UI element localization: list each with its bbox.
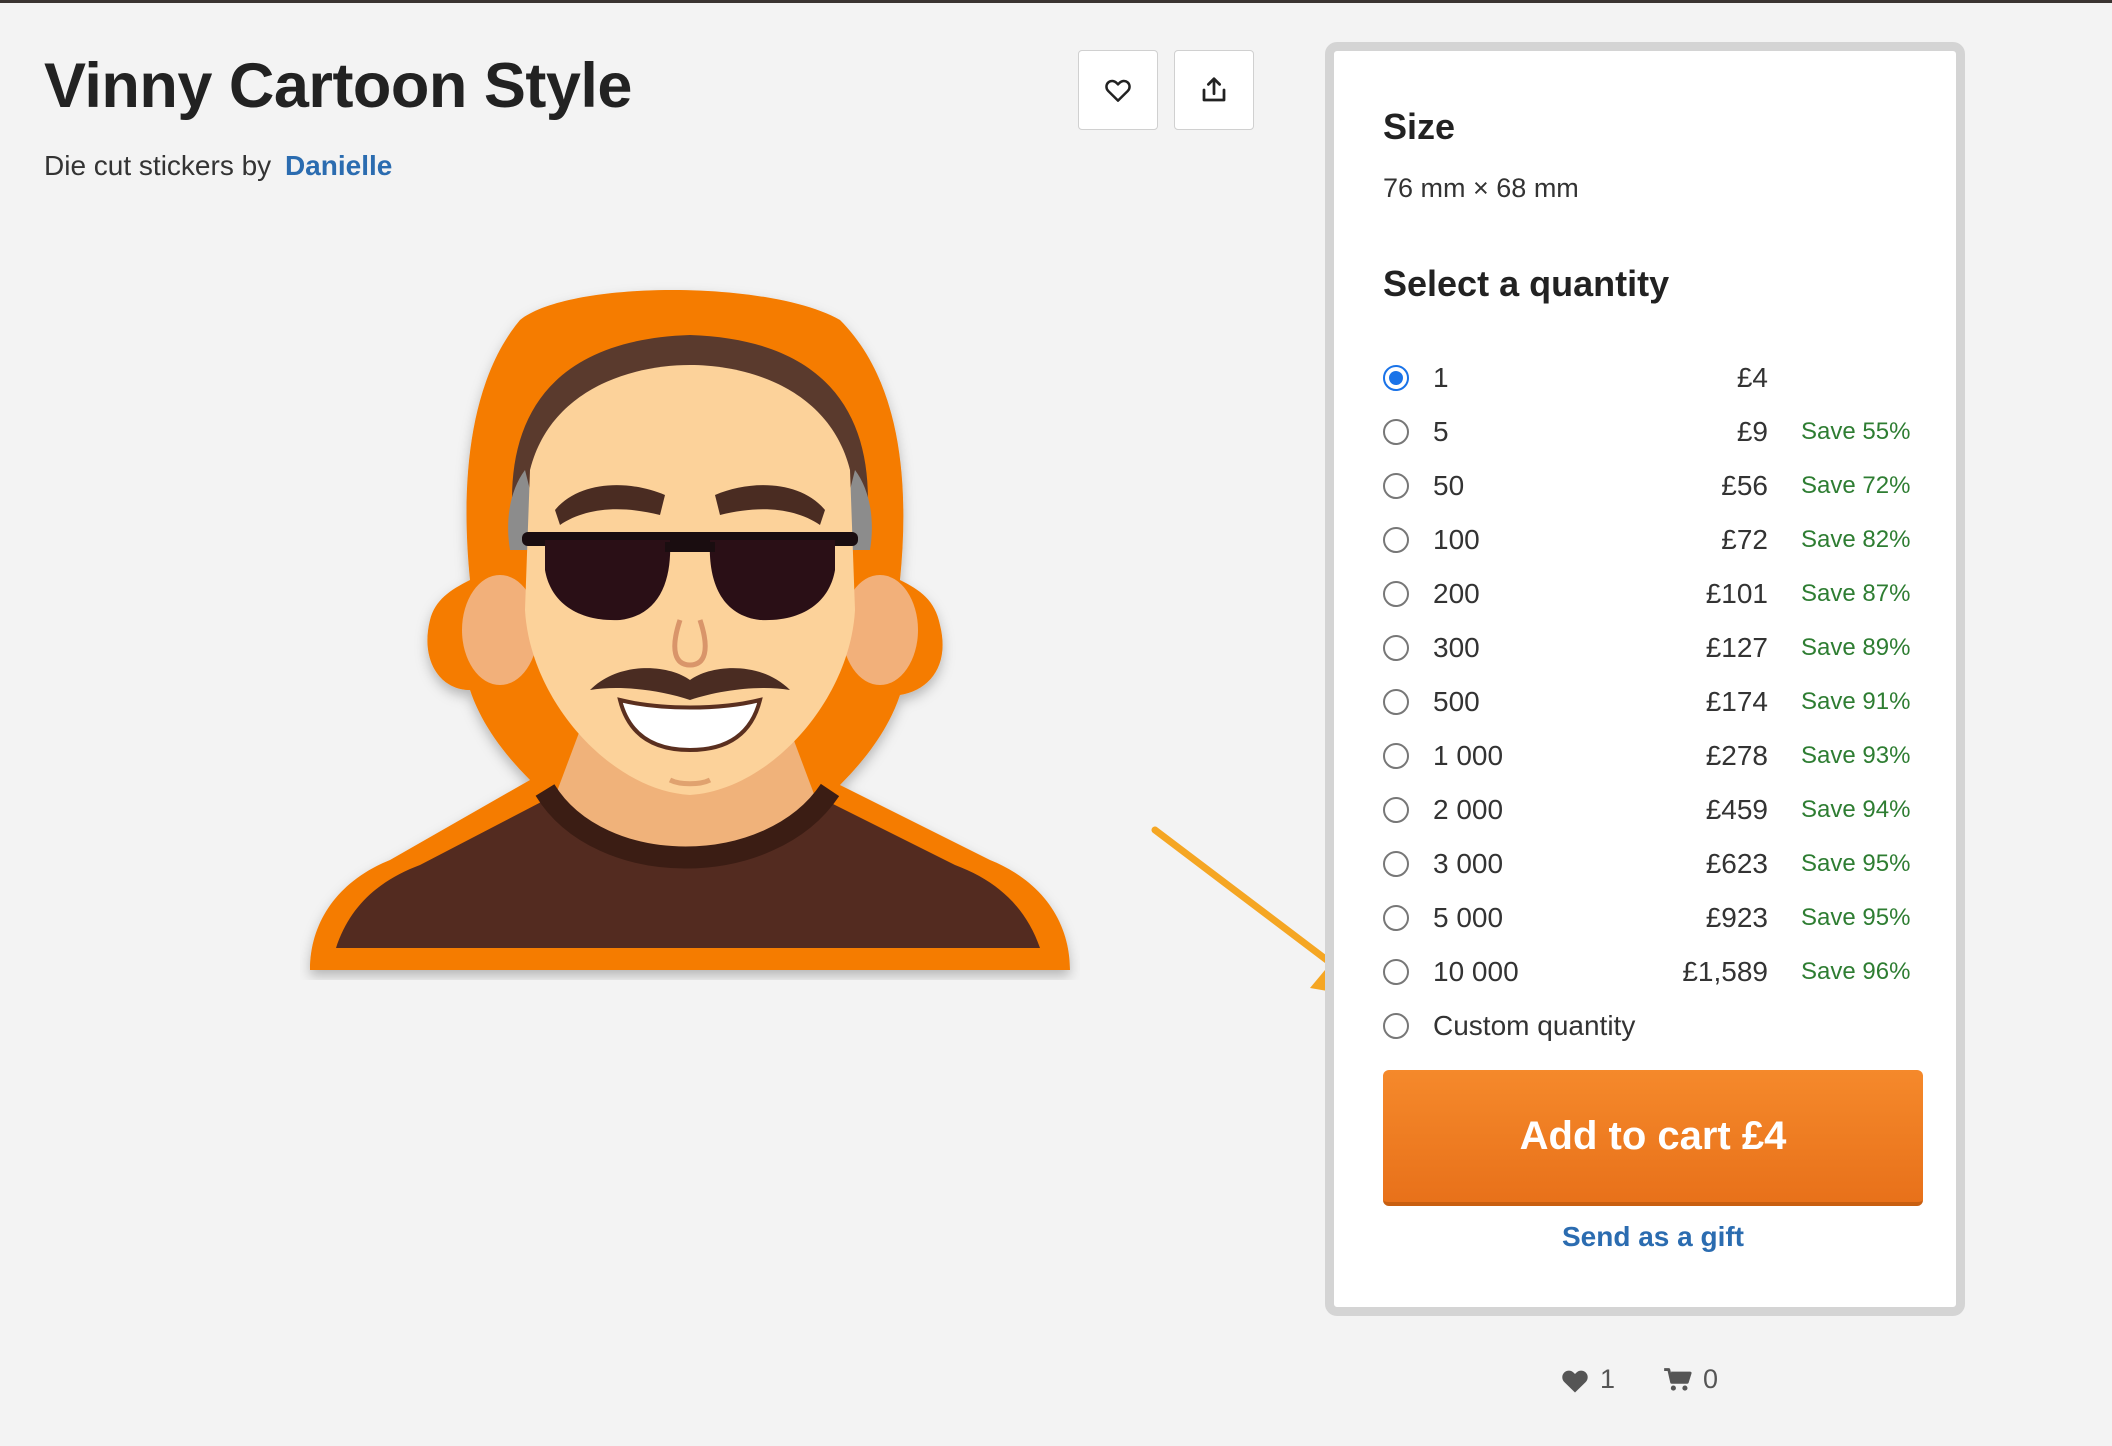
quantity-savings: Save 89% — [1801, 634, 1911, 661]
quantity-savings: Save 55% — [1801, 418, 1911, 445]
carts-value: 0 — [1703, 1364, 1719, 1394]
quantity-label: Custom quantity — [1433, 1010, 1636, 1041]
quantity-price: £127 — [1705, 632, 1768, 663]
quantity-label: 5 000 — [1433, 902, 1504, 933]
carts-count: 0 — [1663, 1364, 1718, 1395]
quantity-savings: Save 95% — [1801, 904, 1911, 931]
quantity-option[interactable]: 500 £174 Save 91% — [1383, 675, 1943, 729]
quantity-price: £623 — [1705, 848, 1768, 879]
quantity-savings: Save 72% — [1801, 472, 1911, 499]
quantity-radio[interactable] — [1383, 635, 1409, 661]
likes-value: 1 — [1600, 1364, 1616, 1394]
quantity-option[interactable]: 300 £127 Save 89% — [1383, 621, 1943, 675]
quantity-label: 1 — [1433, 362, 1449, 393]
quantity-option[interactable]: 3 000 £623 Save 95% — [1383, 837, 1943, 891]
quantity-label: 10 000 — [1433, 956, 1519, 987]
quantity-option[interactable]: 100 £72 Save 82% — [1383, 513, 1943, 567]
quantity-savings: Save 91% — [1801, 688, 1911, 715]
quantity-price: £278 — [1705, 740, 1768, 771]
quantity-radio[interactable] — [1383, 581, 1409, 607]
send-as-gift-link[interactable]: Send as a gift — [1383, 1221, 1923, 1253]
byline: Die cut stickers by Danielle — [44, 150, 392, 182]
cart-icon — [1664, 1367, 1692, 1391]
quantity-savings: Save 93% — [1801, 742, 1911, 769]
likes-count: 1 — [1560, 1364, 1615, 1395]
quantity-price: £4 — [1736, 362, 1768, 393]
quantity-option[interactable]: 10 000 £1,589 Save 96% — [1383, 945, 1943, 999]
quantity-label: 5 — [1433, 416, 1449, 447]
quantity-option[interactable]: 5 £9 Save 55% — [1383, 405, 1943, 459]
share-button[interactable] — [1174, 50, 1254, 130]
quantity-option[interactable]: 2 000 £459 Save 94% — [1383, 783, 1943, 837]
byline-prefix: Die cut stickers by — [44, 150, 272, 181]
add-to-cart-button[interactable]: Add to cart £4 — [1383, 1070, 1923, 1206]
quantity-savings: Save 94% — [1801, 796, 1911, 823]
quantity-price: £923 — [1705, 902, 1768, 933]
quantity-savings: Save 96% — [1801, 958, 1911, 985]
size-value: 76 mm × 68 mm — [1383, 173, 1579, 203]
quantity-option[interactable]: Custom quantity — [1383, 999, 1943, 1053]
quantity-radio[interactable] — [1383, 1013, 1409, 1039]
quantity-radio[interactable] — [1383, 365, 1409, 391]
quantity-label: 1 000 — [1433, 740, 1504, 771]
quantity-label: 200 — [1433, 578, 1480, 609]
quantity-option[interactable]: 1 000 £278 Save 93% — [1383, 729, 1943, 783]
quantity-label: 100 — [1433, 524, 1480, 555]
quantity-price: £72 — [1721, 524, 1768, 555]
quantity-radio[interactable] — [1383, 851, 1409, 877]
quantity-radio[interactable] — [1383, 905, 1409, 931]
product-stats: 1 0 — [1560, 1364, 1718, 1395]
quantity-radio[interactable] — [1383, 689, 1409, 715]
product-title: Vinny Cartoon Style — [44, 51, 632, 121]
quantity-radio[interactable] — [1383, 959, 1409, 985]
quantity-price: £174 — [1705, 686, 1768, 717]
quantity-radio[interactable] — [1383, 797, 1409, 823]
quantity-price: £56 — [1721, 470, 1768, 501]
share-icon — [1202, 77, 1226, 102]
quantity-radio[interactable] — [1383, 473, 1409, 499]
purchase-panel: Size 76 mm × 68 mm Select a quantity 1 £4… — [1325, 42, 1965, 1316]
quantity-price: £459 — [1705, 794, 1768, 825]
favorite-button[interactable] — [1078, 50, 1158, 130]
size-heading: Size — [1383, 106, 1456, 147]
quantity-option[interactable]: 1 £4 — [1383, 351, 1943, 405]
quantity-radio[interactable] — [1383, 419, 1409, 445]
quantity-heading: Select a quantity — [1383, 263, 1670, 304]
quantity-price: £9 — [1736, 416, 1768, 447]
quantity-option[interactable]: 200 £101 Save 87% — [1383, 567, 1943, 621]
quantity-option[interactable]: 50 £56 Save 72% — [1383, 459, 1943, 513]
quantity-radio[interactable] — [1383, 527, 1409, 553]
quantity-savings: Save 87% — [1801, 580, 1911, 607]
quantity-option[interactable]: 5 000 £923 Save 95% — [1383, 891, 1943, 945]
quantity-savings: Save 82% — [1801, 526, 1911, 553]
author-link[interactable]: Danielle — [285, 150, 392, 181]
quantity-savings: Save 95% — [1801, 850, 1911, 877]
quantity-label: 50 — [1433, 470, 1465, 501]
quantity-label: 500 — [1433, 686, 1480, 717]
heart-icon — [1562, 1370, 1588, 1392]
sticker-image — [310, 290, 1070, 970]
quantity-radio[interactable] — [1383, 743, 1409, 769]
top-border — [0, 0, 2112, 3]
heart-outline-icon — [1105, 79, 1131, 102]
quantity-price: £101 — [1705, 578, 1768, 609]
quantity-label: 3 000 — [1433, 848, 1504, 879]
quantity-price: £1,589 — [1682, 956, 1768, 987]
quantity-label: 300 — [1433, 632, 1480, 663]
quantity-label: 2 000 — [1433, 794, 1504, 825]
